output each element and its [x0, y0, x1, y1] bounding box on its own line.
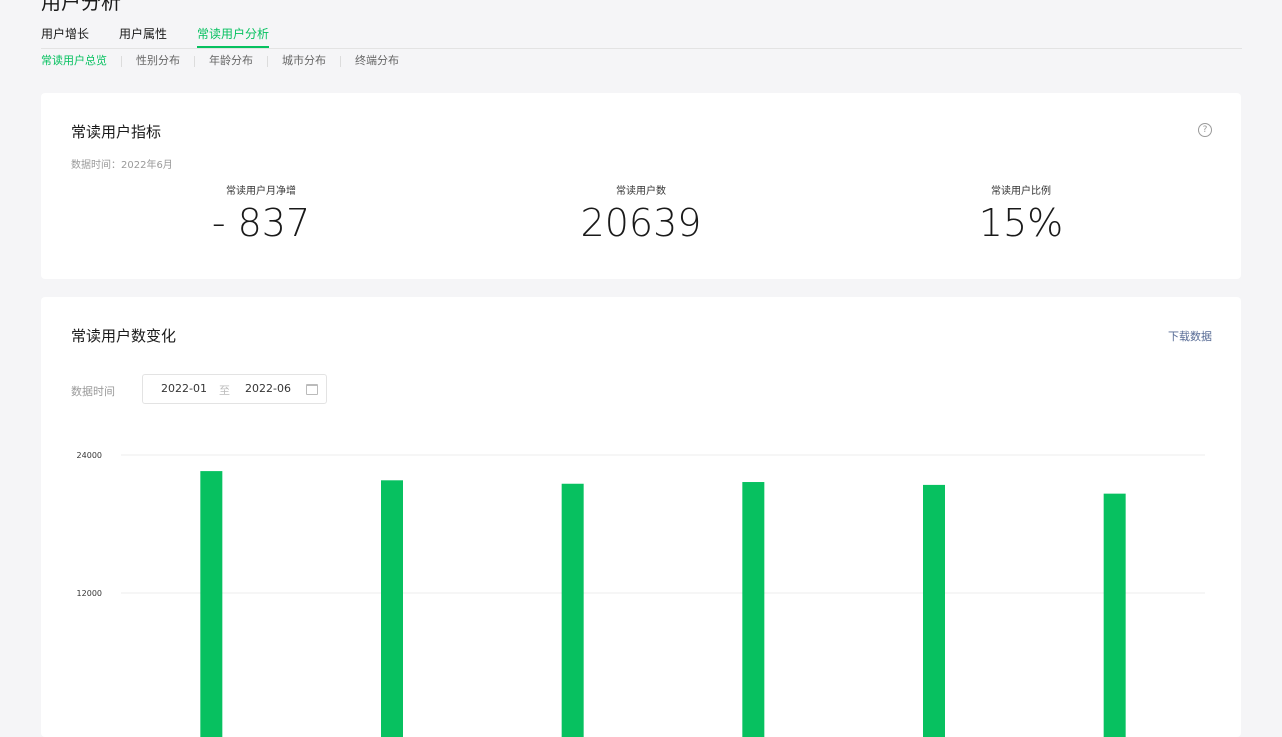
y-tick-label: 24000	[77, 451, 102, 460]
metric-user-ratio: 常读用户比例 15%	[901, 185, 1141, 245]
subtab-overview[interactable]: 常读用户总览	[41, 54, 107, 68]
metric-net-growth: 常读用户月净增 - 837	[141, 185, 381, 245]
bar-2022-01[interactable]	[200, 471, 223, 737]
tab-user-attributes[interactable]: 用户属性	[119, 26, 167, 47]
help-icon[interactable]: ?	[1198, 123, 1212, 137]
page-title: 用户分析	[41, 0, 121, 14]
metric-label: 常读用户数	[616, 186, 666, 197]
metric-label: 常读用户比例	[991, 186, 1051, 197]
bar-chart: 24000 12000	[77, 451, 1205, 737]
chart-card: 常读用户数变化 下载数据 数据时间 2022-01 至 2022-06 2400…	[41, 297, 1241, 737]
subtab-device[interactable]: 终端分布	[355, 54, 399, 68]
tab-frequent-reader-analysis[interactable]: 常读用户分析	[197, 26, 270, 48]
metric-value: - 837	[211, 201, 311, 245]
bar-2022-03[interactable]	[561, 483, 584, 737]
metric-value: 20639	[580, 201, 702, 245]
bar-2022-02[interactable]	[381, 480, 403, 737]
data-time-label: 数据时间：2022年6月	[71, 160, 173, 171]
metric-value: 15%	[978, 201, 1064, 245]
metrics-card: 常读用户指标 ? 数据时间：2022年6月 常读用户月净增 - 837 常读用户…	[41, 93, 1241, 279]
subtab-divider	[340, 55, 341, 67]
bar-2022-05[interactable]	[923, 484, 945, 737]
subtab-gender[interactable]: 性别分布	[136, 54, 180, 68]
bar-2022-04[interactable]	[742, 482, 765, 737]
metric-label: 常读用户月净增	[226, 186, 296, 197]
metric-user-count: 常读用户数 20639	[521, 185, 761, 245]
metrics-card-title: 常读用户指标	[71, 123, 162, 141]
y-tick-label: 12000	[77, 589, 102, 598]
bar-2022-06[interactable]	[1103, 493, 1126, 737]
subtab-divider	[267, 55, 268, 67]
subtab-divider	[194, 55, 195, 67]
tab-user-growth[interactable]: 用户增长	[41, 26, 89, 47]
subtab-divider	[121, 55, 122, 67]
subtab-city[interactable]: 城市分布	[282, 54, 326, 68]
subtab-age[interactable]: 年龄分布	[209, 54, 253, 68]
sub-tab-bar: 常读用户总览 性别分布 年龄分布 城市分布 终端分布	[41, 54, 399, 68]
main-tab-bar: 用户增长 用户属性 常读用户分析	[41, 26, 1242, 49]
